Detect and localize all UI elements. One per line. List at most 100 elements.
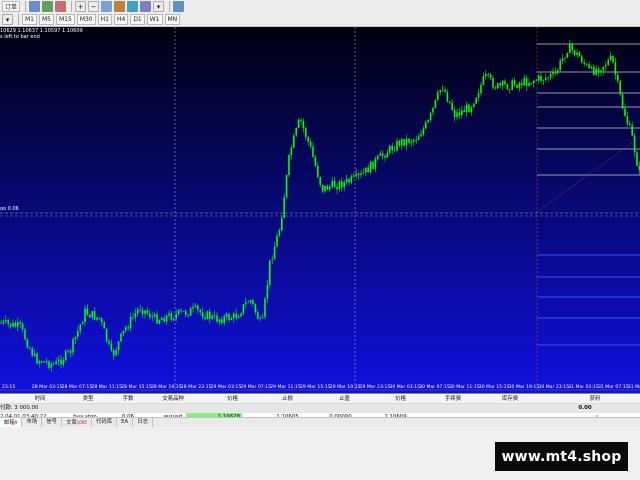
tab-journal[interactable]: 日志 — [133, 418, 153, 427]
time-axis-label: 30 Mar 23:15 — [538, 384, 569, 390]
candle-body — [305, 128, 307, 137]
candle-body — [367, 167, 369, 173]
candle-body — [350, 176, 353, 183]
candle-body — [77, 330, 79, 338]
candle-body — [84, 308, 86, 323]
period-d1-button[interactable]: D1 — [130, 14, 145, 25]
tile-windows-icon[interactable] — [101, 1, 113, 12]
candle-body — [211, 315, 213, 319]
col-header-profit[interactable]: 获利 — [570, 395, 620, 404]
candle-body — [266, 284, 269, 299]
candle-body — [209, 311, 211, 319]
candle-body — [494, 87, 497, 89]
col-header-tp[interactable]: 止盈 — [322, 395, 367, 404]
period-mn-button[interactable]: MN — [164, 14, 181, 25]
zoom-out-icon[interactable]: − — [88, 1, 100, 12]
col-header-type[interactable]: 类型 — [68, 395, 108, 404]
candle-body — [168, 313, 170, 316]
tab-signals[interactable]: 信号 — [42, 418, 62, 427]
candle-body — [425, 122, 427, 129]
balance-row: 付款: 3 000.00 0.00 — [0, 404, 640, 413]
period-h4-button[interactable]: H4 — [113, 14, 129, 25]
period-m30-button[interactable]: M30 — [76, 14, 96, 25]
tab-label: 市场 — [26, 419, 38, 425]
candle-body — [153, 314, 156, 317]
period-m15-button[interactable]: M15 — [56, 14, 75, 25]
tab-code-base[interactable]: 代码库 — [92, 418, 118, 427]
col-header-price-current[interactable]: 价格 — [378, 395, 423, 404]
col-header-time[interactable]: 时间 — [20, 395, 60, 404]
candle-body — [9, 323, 12, 327]
candle-body — [405, 138, 408, 146]
col-header-sl[interactable]: 止损 — [265, 395, 310, 404]
candle-body — [300, 119, 302, 121]
chart-canvas[interactable]: 23:15 28 Mar 03:15 28 Mar 07:15 28 Mar 11:1… — [0, 27, 640, 393]
candle-body — [451, 102, 453, 110]
candle-body — [365, 167, 367, 173]
bar-chart-icon[interactable] — [29, 1, 41, 12]
candle-body — [245, 302, 247, 305]
tab-experts[interactable]: EA — [117, 418, 134, 427]
time-axis-label: 29 Mar 15:15 — [300, 384, 331, 390]
candle-body — [326, 185, 329, 190]
autoscroll-icon[interactable] — [127, 1, 139, 12]
candle-body — [288, 155, 290, 175]
candle-body — [137, 309, 139, 314]
candle-body — [134, 313, 137, 318]
candle-body — [633, 135, 636, 153]
candle-body — [458, 112, 461, 116]
candle-body — [552, 71, 554, 75]
candle-body — [453, 109, 456, 117]
col-header-commission[interactable]: 手续费 — [428, 395, 478, 404]
candle-body — [374, 159, 377, 170]
price-chart[interactable]: 23:15 28 Mar 03:15 28 Mar 07:15 28 Mar 11:1… — [0, 27, 640, 393]
period-m5-button[interactable]: M5 — [39, 14, 54, 25]
candle-body — [427, 119, 429, 123]
period-w1-button[interactable]: W1 — [146, 14, 163, 25]
terminal-tabs: 邮箱9 市场 信号 文章1095 代码库 EA 日志 — [0, 417, 640, 427]
candle-body — [5, 319, 7, 322]
col-header-swap[interactable]: 库存费 — [485, 395, 535, 404]
candle-body — [225, 314, 228, 317]
candle-body — [293, 135, 295, 148]
candle-body — [173, 318, 175, 320]
candle-body — [386, 152, 389, 158]
candle-body — [518, 83, 521, 88]
candle-body — [302, 120, 305, 129]
chart-shift-icon[interactable] — [114, 1, 126, 12]
cursor-icon[interactable]: ▾ — [2, 14, 13, 25]
candle-body — [312, 146, 314, 158]
line-chart-icon[interactable] — [55, 1, 67, 12]
candle-body — [156, 314, 158, 324]
candle-body — [0, 323, 2, 324]
period-m1-button[interactable]: M1 — [22, 14, 37, 25]
candle-body — [122, 330, 125, 334]
candle-body — [480, 84, 482, 94]
col-header-price[interactable]: 价格 — [210, 395, 255, 404]
candle-body — [501, 81, 504, 86]
candle-body — [557, 70, 559, 74]
period-h1-button[interactable]: H1 — [97, 14, 112, 25]
candle-body — [521, 83, 523, 86]
candle-body — [446, 91, 449, 102]
time-axis-label: 30 Mar 15:15 — [479, 384, 510, 390]
candle-body — [362, 172, 365, 174]
col-header-symbol[interactable]: 交易品种 — [148, 395, 198, 404]
candle-body — [417, 136, 420, 141]
tab-market[interactable]: 市场 — [22, 418, 43, 427]
candle-body — [194, 305, 197, 307]
candle-body — [530, 82, 533, 84]
candle-body — [249, 300, 252, 303]
orders-header-row: 时间 类型 手数 交易品种 价格 止损 止盈 价格 手续费 库存费 获利 — [0, 395, 640, 404]
candle-body — [513, 80, 516, 85]
col-header-lots[interactable]: 手数 — [108, 395, 148, 404]
periods-icon[interactable]: ▾ — [153, 1, 165, 12]
tab-mailbox[interactable]: 邮箱9 — [0, 418, 23, 427]
zoom-in-icon[interactable]: + — [75, 1, 87, 12]
indicators-icon[interactable] — [140, 1, 152, 12]
candle-body — [353, 175, 355, 177]
new-order-button[interactable]: 订单 — [2, 1, 21, 12]
tab-articles[interactable]: 文章1095 — [62, 418, 92, 427]
candlestick-icon[interactable] — [42, 1, 54, 12]
templates-icon[interactable] — [173, 1, 185, 12]
